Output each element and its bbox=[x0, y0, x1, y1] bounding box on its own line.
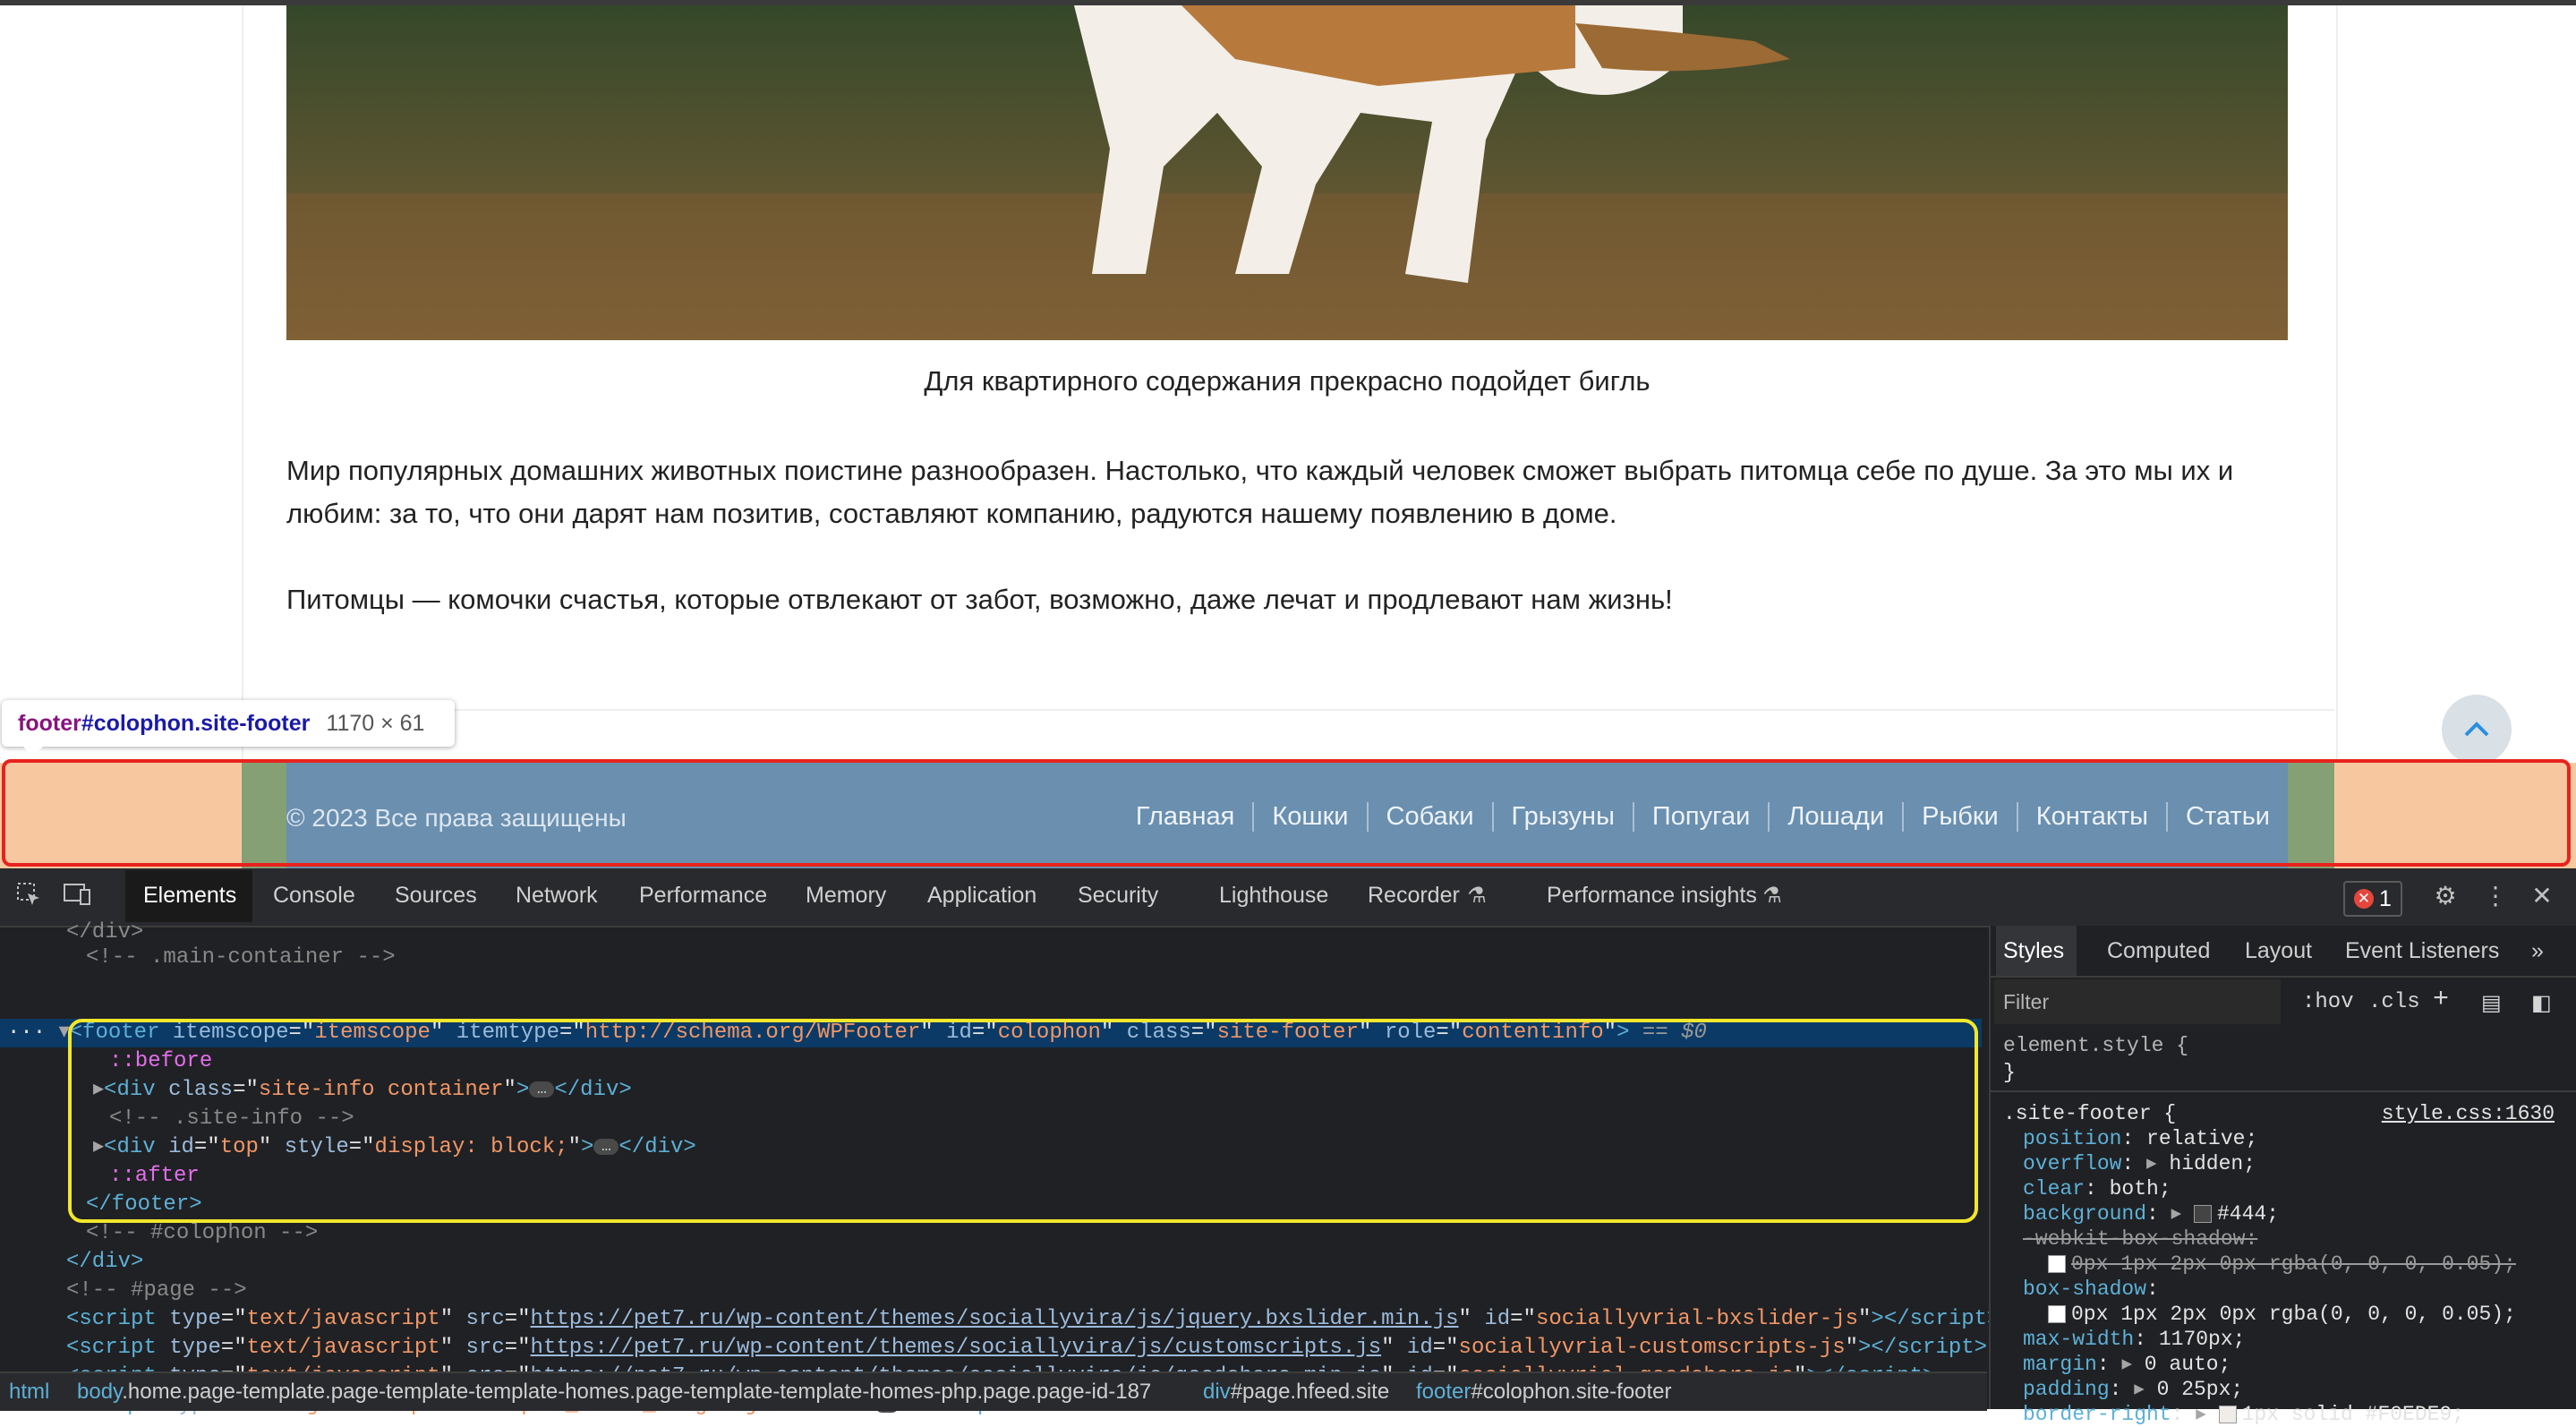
css-declaration[interactable]: padding: ▸ 0 25px; bbox=[2023, 1377, 2243, 1402]
dom-comment[interactable]: <!-- #page --> bbox=[66, 1277, 247, 1305]
tab-event-listeners[interactable]: Event Listeners bbox=[2345, 938, 2499, 964]
tab-security[interactable]: Security bbox=[1078, 883, 1158, 909]
dom-close-div[interactable]: </div> bbox=[66, 1248, 143, 1277]
tab-performance-insights[interactable]: Performance insights bbox=[1547, 883, 1757, 909]
beagle-image bbox=[286, 5, 2288, 340]
dom-script[interactable]: <script type="text/javascript" src="http… bbox=[66, 1305, 2000, 1334]
style-source-link[interactable]: style.css:1630 bbox=[2382, 1101, 2555, 1126]
tab-memory[interactable]: Memory bbox=[806, 883, 886, 909]
more-options-icon[interactable]: ⋮ bbox=[2479, 881, 2512, 913]
devtools-toolbar: Elements Console Sources Network Perform… bbox=[0, 868, 2576, 927]
chevron-up-icon bbox=[2464, 722, 2489, 737]
tab-computed[interactable]: Computed bbox=[2107, 938, 2210, 964]
class-toggle[interactable]: .cls bbox=[2368, 990, 2420, 1014]
breadcrumb-div-page[interactable]: div#page.hfeed.site bbox=[1203, 1373, 1389, 1411]
css-declaration[interactable]: background: ▸ #444; bbox=[2023, 1201, 2279, 1226]
tab-application[interactable]: Application bbox=[927, 883, 1036, 909]
shadow-editor-icon bbox=[2048, 1304, 2066, 1323]
css-declaration[interactable]: overflow: ▸ hidden; bbox=[2023, 1151, 2256, 1176]
tab-network[interactable]: Network bbox=[516, 883, 598, 909]
content-divider bbox=[242, 709, 2334, 711]
css-declaration[interactable]: margin: ▸ 0 auto; bbox=[2023, 1352, 2231, 1377]
css-declaration[interactable]: box-shadow: bbox=[2023, 1277, 2159, 1302]
flask-icon: ⚗ bbox=[1467, 884, 1487, 908]
inspect-tooltip: footer #colophon.site-footer 1170 × 61 bbox=[2, 700, 455, 756]
article-paragraph: Мир популярных домашних животных поистин… bbox=[286, 455, 2234, 529]
flask-icon: ⚗ bbox=[1762, 884, 1782, 908]
tab-recorder[interactable]: Recorder bbox=[1368, 883, 1460, 909]
device-toolbar-icon[interactable] bbox=[61, 881, 93, 913]
new-rule-icon[interactable]: + bbox=[2433, 985, 2449, 1015]
css-declaration-value[interactable]: 0px 1px 2px 0px rgba(0, 0, 0, 0.05); bbox=[2048, 1302, 2516, 1327]
styles-pane: Styles Computed Layout Event Listeners »… bbox=[1989, 926, 2576, 1426]
image-caption: Для квартирного содержания прекрасно под… bbox=[924, 365, 1651, 397]
dom-comment[interactable]: <!-- .main-container --> bbox=[86, 944, 396, 972]
devtools-panel: Elements Console Sources Network Perform… bbox=[0, 868, 2576, 1426]
site-footer-rule-selector[interactable]: .site-footer { style.css:1630 bbox=[2003, 1101, 2567, 1126]
color-swatch bbox=[2194, 1204, 2212, 1223]
tab-performance[interactable]: Performance bbox=[639, 883, 767, 909]
tab-sources[interactable]: Sources bbox=[395, 883, 477, 909]
css-declaration-overridden-value[interactable]: 0px 1px 2px 0px rgba(0, 0, 0, 0.05); bbox=[2048, 1252, 2516, 1277]
element-style-rule[interactable]: element.style { bbox=[2003, 1033, 2188, 1058]
breadcrumb-footer[interactable]: footer#colophon.site-footer bbox=[1416, 1373, 1672, 1411]
error-count-badge[interactable]: ✕ 1 bbox=[2343, 881, 2402, 917]
styles-tabs: Styles Computed Layout Event Listeners » bbox=[1991, 926, 2576, 978]
tooltip-selector: #colophon.site-footer bbox=[81, 710, 311, 736]
rule-close-brace: } bbox=[2003, 1061, 2016, 1084]
css-declaration[interactable]: position: relative; bbox=[2023, 1126, 2257, 1151]
scroll-to-top-button[interactable] bbox=[2442, 695, 2512, 765]
article-paragraph: Питомцы — комочки счастья, которые отвле… bbox=[286, 584, 1673, 615]
shadow-editor-icon bbox=[2048, 1254, 2066, 1273]
hover-state-toggle[interactable]: :hov bbox=[2302, 990, 2354, 1014]
toggle-sidebar-icon[interactable]: ◧ bbox=[2531, 990, 2552, 1017]
tab-elements[interactable]: Elements bbox=[143, 883, 236, 909]
tab-layout[interactable]: Layout bbox=[2245, 938, 2312, 964]
tab-console[interactable]: Console bbox=[273, 883, 355, 909]
inspect-element-icon[interactable] bbox=[13, 881, 45, 913]
css-declaration-overridden[interactable]: -webkit-box-shadow: bbox=[2023, 1226, 2257, 1252]
css-declaration[interactable]: clear: both; bbox=[2023, 1176, 2171, 1201]
error-icon: ✕ bbox=[2354, 889, 2375, 909]
paint-brush-icon[interactable]: ▤ bbox=[2481, 990, 2502, 1017]
selection-annotation-outline bbox=[68, 1019, 1978, 1223]
error-count: 1 bbox=[2379, 885, 2392, 911]
dom-comment[interactable]: <!-- #colophon --> bbox=[86, 1219, 318, 1248]
tab-styles[interactable]: Styles bbox=[2003, 938, 2064, 964]
styles-filter-input[interactable]: Filter bbox=[1994, 979, 2281, 1024]
breadcrumb-body[interactable]: body.home.page-template.page-template-te… bbox=[77, 1373, 1151, 1411]
tooltip-tag: footer bbox=[18, 710, 81, 736]
breadcrumb-html[interactable]: html bbox=[9, 1373, 49, 1411]
beagle-photo bbox=[286, 5, 2288, 340]
settings-gear-icon[interactable]: ⚙ bbox=[2429, 881, 2461, 913]
elements-dom-tree: </div> <!-- .main-container --> ··· ▾<fo… bbox=[0, 920, 2000, 1417]
more-tabs-icon[interactable]: » bbox=[2531, 938, 2544, 964]
css-declaration[interactable]: border-right: ▸ 1px solid #F0EDE9; bbox=[2023, 1402, 2464, 1427]
footer-annotation-outline bbox=[2, 759, 2571, 867]
breadcrumb: html body.home.page-template.page-templa… bbox=[0, 1371, 1987, 1411]
tooltip-size: 1170 × 61 bbox=[326, 710, 425, 736]
css-declaration[interactable]: max-width: 1170px; bbox=[2023, 1327, 2245, 1352]
color-swatch bbox=[2218, 1405, 2237, 1423]
dom-script[interactable]: <script type="text/javascript" src="http… bbox=[66, 1334, 1987, 1363]
close-devtools-icon[interactable]: ✕ bbox=[2526, 881, 2558, 913]
tab-lighthouse[interactable]: Lighthouse bbox=[1219, 883, 1328, 909]
